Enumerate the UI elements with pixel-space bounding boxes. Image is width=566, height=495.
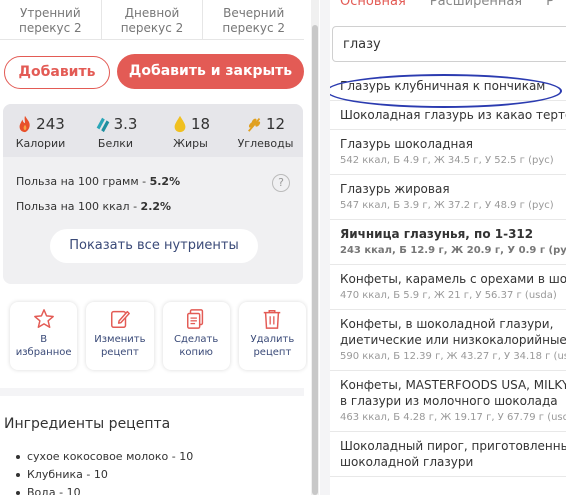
copy-icon bbox=[187, 309, 204, 329]
meal-tab-label: Вечерний перекус 2 bbox=[222, 6, 285, 35]
result-name: Конфеты, в шоколадной глазури, диетическ… bbox=[340, 317, 566, 347]
search-result-item[interactable]: Глазурь клубничная к пончикам bbox=[330, 72, 566, 108]
search-panel: Основная Расширенная Р Глазурь клубнична… bbox=[330, 0, 566, 495]
search-results: Глазурь клубничная к пончикам Шоколадная … bbox=[330, 72, 566, 477]
meal-tab-label: Дневной перекус 2 bbox=[120, 6, 184, 35]
flame-icon bbox=[19, 115, 30, 133]
ingredients-list: сухое кокосовое молоко - 10 Клубника - 1… bbox=[14, 448, 193, 495]
result-name: Конфеты, MASTERFOODS USA, MILKY WAY в гл… bbox=[340, 378, 566, 408]
meal-tab-label: Утренний перекус 2 bbox=[19, 6, 82, 35]
carbs-label: Углеводы bbox=[237, 137, 294, 150]
ingredients-title: Ингредиенты рецепта bbox=[4, 416, 171, 432]
result-nutrition-info: 463 ккал, Б 4.28 г, Ж 19.17 г, У 67.79 г… bbox=[340, 412, 566, 423]
show-all-nutrients-button[interactable]: Показать все нутриенты bbox=[50, 229, 258, 263]
search-result-item[interactable]: Шоколадная глазурь из какао тертого bbox=[330, 101, 566, 130]
ingredient-item: Клубника - 10 bbox=[14, 466, 193, 484]
macro-carbs: 12 Углеводы bbox=[228, 104, 303, 157]
nutrition-card: 243 Калории 3.3 Белки 18 Жиры 12 Углевод… bbox=[3, 104, 303, 284]
search-result-item[interactable]: Глазурь жировая 547 ккал, Б 3.9 г, Ж 37.2… bbox=[330, 175, 566, 220]
trash-icon bbox=[264, 310, 281, 329]
meal-tab-day-snack[interactable]: Дневной перекус 2 bbox=[102, 0, 204, 39]
search-result-item[interactable]: Конфеты, карамель с орехами в шоколаде 47… bbox=[330, 265, 566, 310]
delete-recipe-button[interactable]: Удалить рецепт bbox=[238, 302, 306, 370]
calories-label: Калории bbox=[15, 137, 66, 150]
meal-tab-evening-snack[interactable]: Вечерний перекус 2 bbox=[203, 0, 304, 39]
help-icon[interactable]: ? bbox=[272, 174, 290, 192]
meal-tabs: Утренний перекус 2 Дневной перекус 2 Веч… bbox=[0, 0, 304, 40]
search-input[interactable] bbox=[332, 26, 566, 62]
edit-recipe-label: Изменить рецепт bbox=[94, 334, 146, 358]
fat-label: Жиры bbox=[173, 137, 208, 150]
ingredient-item: сухое кокосовое молоко - 10 bbox=[14, 448, 193, 466]
add-and-close-button[interactable]: Добавить и закрыть bbox=[117, 54, 304, 89]
fat-value: 18 bbox=[190, 115, 211, 133]
favorite-label: В избранное bbox=[15, 334, 72, 358]
search-result-item[interactable]: Конфеты, MASTERFOODS USA, MILKY WAY в гл… bbox=[330, 371, 566, 432]
result-name: Шоколадный пирог, приготовленный с шокол… bbox=[340, 439, 566, 469]
result-name: Конфеты, карамель с орехами в шоколаде bbox=[340, 272, 566, 286]
fat-drop-icon bbox=[174, 115, 186, 133]
result-name: Глазурь шоколадная bbox=[340, 137, 473, 151]
search-result-item[interactable]: Глазурь шоколадная 542 ккал, Б 4.9 г, Ж 3… bbox=[330, 130, 566, 175]
tab-basic[interactable]: Основная bbox=[340, 0, 406, 9]
copy-recipe-label: Сделать копию bbox=[173, 334, 219, 358]
wheat-icon bbox=[247, 118, 261, 132]
recipe-panel: Утренний перекус 2 Дневной перекус 2 Веч… bbox=[0, 0, 308, 495]
recipe-actions: В избранное Изменить рецепт Сделать копи… bbox=[10, 302, 306, 370]
result-nutrition-info: 590 ккал, Б 12.39 г, Ж 43.27 г, У 34.18 … bbox=[340, 351, 566, 362]
benefit-per-100g-value: 5.2% bbox=[149, 175, 181, 188]
edit-recipe-button[interactable]: Изменить рецепт bbox=[86, 302, 154, 370]
result-name: Яичница глазунья, по 1-312 bbox=[340, 227, 534, 241]
search-result-item[interactable]: Конфеты, в шоколадной глазури, диетическ… bbox=[330, 310, 566, 371]
macro-protein: 3.3 Белки bbox=[78, 104, 153, 157]
result-nutrition-info: 547 ккал, Б 3.9 г, Ж 37.2 г, У 48.9 г (р… bbox=[340, 200, 554, 211]
search-result-item[interactable]: Яичница глазунья, по 1-312 243 ккал, Б 12… bbox=[330, 220, 566, 265]
benefit-per-100g-label: Польза на 100 грамм - bbox=[16, 175, 150, 188]
protein-value: 3.3 bbox=[113, 115, 138, 133]
macro-calories: 243 Калории bbox=[3, 104, 78, 157]
search-result-item[interactable]: Шоколадный пирог, приготовленный с шокол… bbox=[330, 432, 566, 477]
result-name: Глазурь жировая bbox=[340, 182, 450, 196]
left-scrollbar-thumb[interactable] bbox=[312, 25, 318, 495]
ingredient-item: Вода - 10 bbox=[14, 484, 193, 495]
tab-other[interactable]: Р bbox=[546, 0, 554, 9]
copy-recipe-button[interactable]: Сделать копию bbox=[162, 302, 230, 370]
add-button[interactable]: Добавить bbox=[4, 56, 110, 89]
macro-fat: 18 Жиры bbox=[153, 104, 228, 157]
favorite-button[interactable]: В избранное bbox=[10, 302, 78, 370]
star-icon bbox=[33, 309, 54, 328]
result-name: Глазурь клубничная к пончикам bbox=[340, 79, 546, 93]
result-nutrition-info: 542 ккал, Б 4.9 г, Ж 34.5 г, У 52.5 г (р… bbox=[340, 155, 554, 166]
tab-advanced[interactable]: Расширенная bbox=[430, 0, 522, 9]
meal-tab-morning-snack[interactable]: Утренний перекус 2 bbox=[0, 0, 102, 39]
result-name: Шоколадная глазурь из какао тертого bbox=[340, 108, 566, 122]
search-tabs: Основная Расширенная Р bbox=[340, 0, 554, 9]
panel-divider bbox=[320, 0, 330, 495]
macros-row: 243 Калории 3.3 Белки 18 Жиры 12 Углевод… bbox=[3, 104, 303, 157]
ingredients-section: Ингредиенты рецепта сухое кокосовое моло… bbox=[0, 388, 304, 495]
protein-icon bbox=[96, 117, 109, 133]
calories-value: 243 bbox=[36, 115, 65, 133]
delete-recipe-label: Удалить рецепт bbox=[250, 334, 295, 358]
carbs-value: 12 bbox=[265, 115, 286, 133]
benefit-per-100kcal: Польза на 100 ккал - 2.2% bbox=[16, 200, 171, 213]
edit-icon bbox=[110, 310, 130, 328]
protein-label: Белки bbox=[97, 137, 134, 150]
benefit-per-100g: Польза на 100 грамм - 5.2% bbox=[16, 175, 180, 188]
result-nutrition-info: 243 ккал, Б 12.9 г, Ж 20.9 г, У 0.9 г (р… bbox=[340, 245, 566, 256]
benefit-per-100kcal-label: Польза на 100 ккал - bbox=[16, 200, 141, 213]
benefit-per-100kcal-value: 2.2% bbox=[140, 200, 172, 213]
result-nutrition-info: 470 ккал, Б 5.9 г, Ж 21 г, У 56.37 г (us… bbox=[340, 290, 557, 301]
